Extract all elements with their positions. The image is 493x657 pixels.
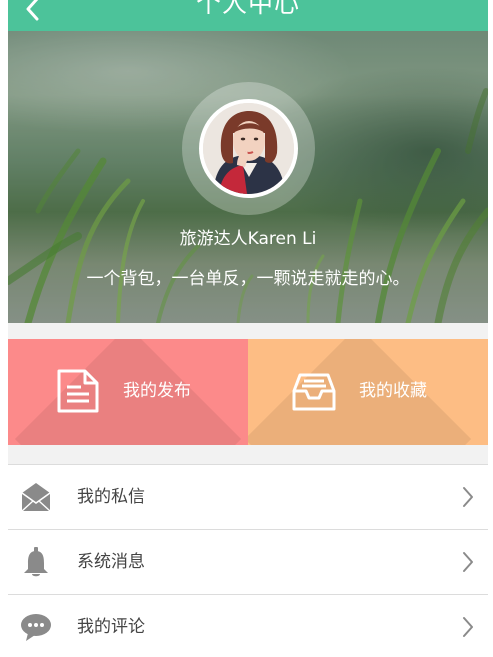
- my-favorites-label: 我的收藏: [359, 381, 427, 401]
- list-item-messages[interactable]: 我的私信: [8, 465, 488, 530]
- chevron-right-icon: [463, 617, 473, 637]
- profile-screen: 个人中心 旅游达人Karen Li 一个背包，一台单反，一颗说走就走的心。 我的…: [8, 0, 488, 657]
- list-item-label: 我的私信: [77, 487, 145, 507]
- envelope-icon: [21, 483, 51, 512]
- document-icon: [57, 369, 99, 413]
- action-tiles: 我的发布 我的收藏: [8, 339, 488, 445]
- list-item-label: 我的评论: [77, 617, 145, 637]
- my-favorites-button[interactable]: 我的收藏: [248, 339, 488, 445]
- bell-icon: [24, 547, 48, 577]
- list-item-comments[interactable]: 我的评论: [8, 595, 488, 657]
- list-item-system-messages[interactable]: 系统消息: [8, 530, 488, 595]
- menu-list: 我的私信 系统消息 我的评论: [8, 464, 488, 657]
- inbox-tray-icon: [292, 373, 336, 411]
- profile-banner: 旅游达人Karen Li 一个背包，一台单反，一颗说走就走的心。: [8, 31, 488, 323]
- speech-bubble-icon: [21, 614, 51, 641]
- profile-name: 旅游达人Karen Li: [179, 229, 317, 249]
- list-item-label: 系统消息: [77, 552, 145, 572]
- avatar-photo: [203, 103, 294, 194]
- chevron-right-icon: [463, 552, 473, 572]
- chevron-right-icon: [463, 487, 473, 507]
- my-posts-button[interactable]: 我的发布: [8, 339, 248, 445]
- my-posts-label: 我的发布: [123, 381, 191, 401]
- page-title: 个人中心: [195, 0, 300, 18]
- avatar[interactable]: [203, 103, 294, 194]
- profile-bio: 一个背包，一台单反，一颗说走就走的心。: [86, 269, 410, 289]
- top-bar: 个人中心: [8, 0, 488, 31]
